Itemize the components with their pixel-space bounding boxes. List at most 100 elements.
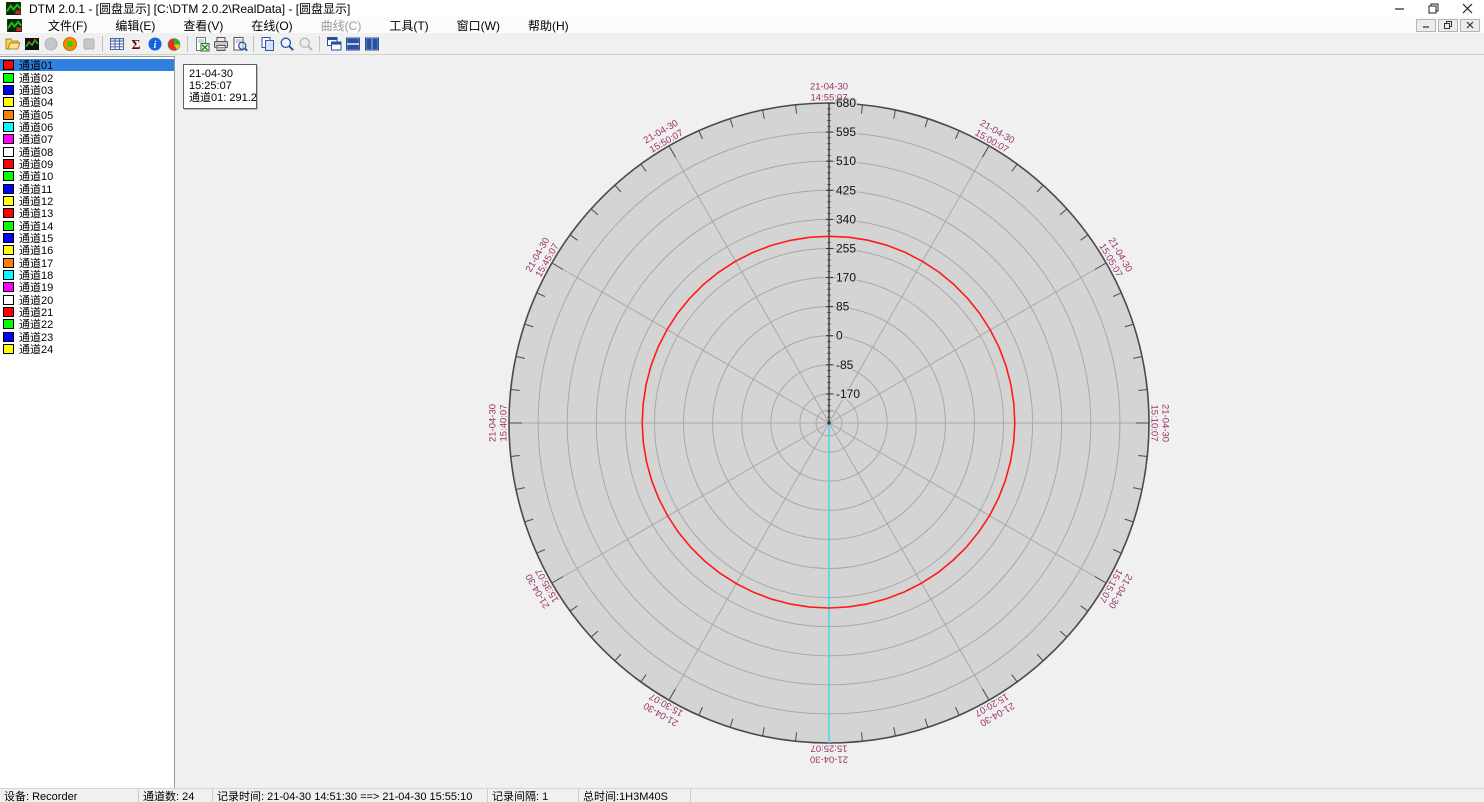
channel-color-swatch	[3, 307, 14, 317]
value-axis-label: 170	[836, 271, 856, 285]
time-label-text: 21-04-3015:25:07	[810, 743, 848, 765]
mdi-close-button[interactable]	[1460, 19, 1480, 32]
menu-item-curve: 曲线(C)	[307, 17, 376, 33]
menu-item-help[interactable]: 帮助(H)	[514, 17, 583, 33]
polar-chart[interactable]: 680595510425340255170850-85-17021-04-301…	[176, 56, 1484, 789]
window-close-button[interactable]	[1450, 0, 1484, 17]
channel-color-swatch	[3, 221, 14, 231]
export-excel-button[interactable]	[192, 34, 211, 53]
print-button[interactable]	[211, 34, 230, 53]
value-axis-label: 0	[836, 329, 843, 343]
minimize-icon	[1394, 3, 1405, 14]
record-active-icon	[62, 36, 78, 52]
zoom-out-button	[296, 34, 315, 53]
time-label-text: 21-04-3014:55:07	[810, 82, 848, 104]
time-label: 21-04-3015:40:07	[488, 404, 510, 442]
tile-vertical-button[interactable]	[362, 34, 381, 53]
channel-color-swatch	[3, 60, 14, 70]
chart-center-dot	[827, 421, 830, 424]
pie-chart-button[interactable]	[164, 34, 183, 53]
close-icon	[1466, 21, 1474, 29]
channel-color-swatch	[3, 159, 14, 169]
mdi-minimize-button[interactable]	[1416, 19, 1436, 32]
menu-item-tools[interactable]: 工具(T)	[375, 17, 442, 33]
cascade-windows-button[interactable]	[324, 34, 343, 53]
channel-color-swatch	[3, 295, 14, 305]
channel-label: 通道24	[19, 341, 53, 357]
zoom-in-button[interactable]	[277, 34, 296, 53]
record-idle-icon	[43, 36, 59, 52]
menu-item-view[interactable]: 查看(V)	[169, 17, 237, 33]
print-preview-button[interactable]	[230, 34, 249, 53]
info-icon: i	[147, 36, 163, 52]
open-file-icon	[5, 36, 21, 52]
window-minimize-button[interactable]	[1382, 0, 1416, 17]
window-title: DTM 2.0.1 - [圆盘显示] [C:\DTM 2.0.2\RealDat…	[29, 0, 350, 17]
pie-chart-icon	[166, 36, 182, 52]
app-icon	[6, 2, 21, 15]
channel-color-swatch	[3, 208, 14, 218]
channel-color-swatch	[3, 319, 14, 329]
mdi-child-icon[interactable]	[7, 19, 22, 32]
menu-item-file[interactable]: 文件(F)	[34, 17, 101, 33]
tile-vertical-icon	[364, 36, 380, 52]
mdi-restore-button[interactable]	[1438, 19, 1458, 32]
time-label-text: 21-04-3015:40:07	[488, 404, 510, 442]
menu-bar: 文件(F)编辑(E)查看(V)在线(O)曲线(C)工具(T)窗口(W)帮助(H)	[0, 17, 1484, 33]
open-file-button[interactable]	[3, 34, 22, 53]
title-bar: DTM 2.0.1 - [圆盘显示] [C:\DTM 2.0.2\RealDat…	[0, 0, 1484, 17]
value-axis-label: 510	[836, 154, 856, 168]
time-label-text: 21-04-3015:10:07	[1149, 404, 1171, 442]
record-active-button[interactable]	[60, 34, 79, 53]
value-axis-label: 595	[836, 125, 856, 139]
status-segment-1: 通道数: 24	[139, 789, 213, 802]
statistics-sum-button[interactable]: Σ	[126, 34, 145, 53]
tooltip-date: 21-04-30	[189, 68, 251, 80]
app-window: DTM 2.0.1 - [圆盘显示] [C:\DTM 2.0.2\RealDat…	[0, 0, 1484, 802]
toolbar-separator	[319, 36, 320, 52]
window-restore-button[interactable]	[1416, 0, 1450, 17]
channel-color-swatch	[3, 344, 14, 354]
status-bar: 设备: Recorder通道数: 24记录时间: 21-04-30 14:51:…	[0, 788, 1484, 802]
status-segment-empty	[691, 789, 1484, 802]
disc-chart-area: 680595510425340255170850-85-17021-04-301…	[176, 56, 1484, 788]
cascade-windows-icon	[326, 36, 342, 52]
tooltip-value: 通道01: 291.2	[189, 92, 251, 104]
print-icon	[213, 36, 229, 52]
channel-color-swatch	[3, 122, 14, 132]
channel-item-24[interactable]: 通道24	[0, 343, 174, 355]
restore-icon	[1444, 21, 1452, 29]
data-table-icon	[109, 36, 125, 52]
restore-icon	[1428, 3, 1439, 14]
channel-color-swatch	[3, 270, 14, 280]
info-button[interactable]: i	[145, 34, 164, 53]
channel-color-swatch	[3, 147, 14, 157]
channel-color-swatch	[3, 245, 14, 255]
menu-item-window[interactable]: 窗口(W)	[443, 17, 514, 33]
status-segment-2: 记录时间: 21-04-30 14:51:30 ==> 21-04-30 15:…	[213, 789, 488, 802]
stop-icon	[81, 36, 97, 52]
data-table-button[interactable]	[107, 34, 126, 53]
minimize-icon	[1422, 21, 1430, 29]
toolbar-separator	[187, 36, 188, 52]
curve-window-button[interactable]	[22, 34, 41, 53]
channel-list-panel: 通道01通道02通道03通道04通道05通道06通道07通道08通道09通道10…	[0, 56, 175, 788]
channel-color-swatch	[3, 332, 14, 342]
status-segment-4: 总时间:1H3M40S	[579, 789, 691, 802]
tile-horizontal-button[interactable]	[343, 34, 362, 53]
close-icon	[1462, 3, 1473, 14]
channel-color-swatch	[3, 110, 14, 120]
channel-color-swatch	[3, 233, 14, 243]
value-axis-label: 255	[836, 241, 856, 255]
copy-icon	[260, 36, 276, 52]
svg-text:Σ: Σ	[131, 38, 140, 52]
copy-button[interactable]	[258, 34, 277, 53]
value-axis-label: -85	[836, 358, 854, 372]
channel-color-swatch	[3, 282, 14, 292]
channel-color-swatch	[3, 97, 14, 107]
menu-item-edit[interactable]: 编辑(E)	[101, 17, 169, 33]
toolbar-separator	[102, 36, 103, 52]
channel-color-swatch	[3, 196, 14, 206]
menu-item-online[interactable]: 在线(O)	[237, 17, 306, 33]
mdi-window-controls	[1416, 19, 1480, 32]
